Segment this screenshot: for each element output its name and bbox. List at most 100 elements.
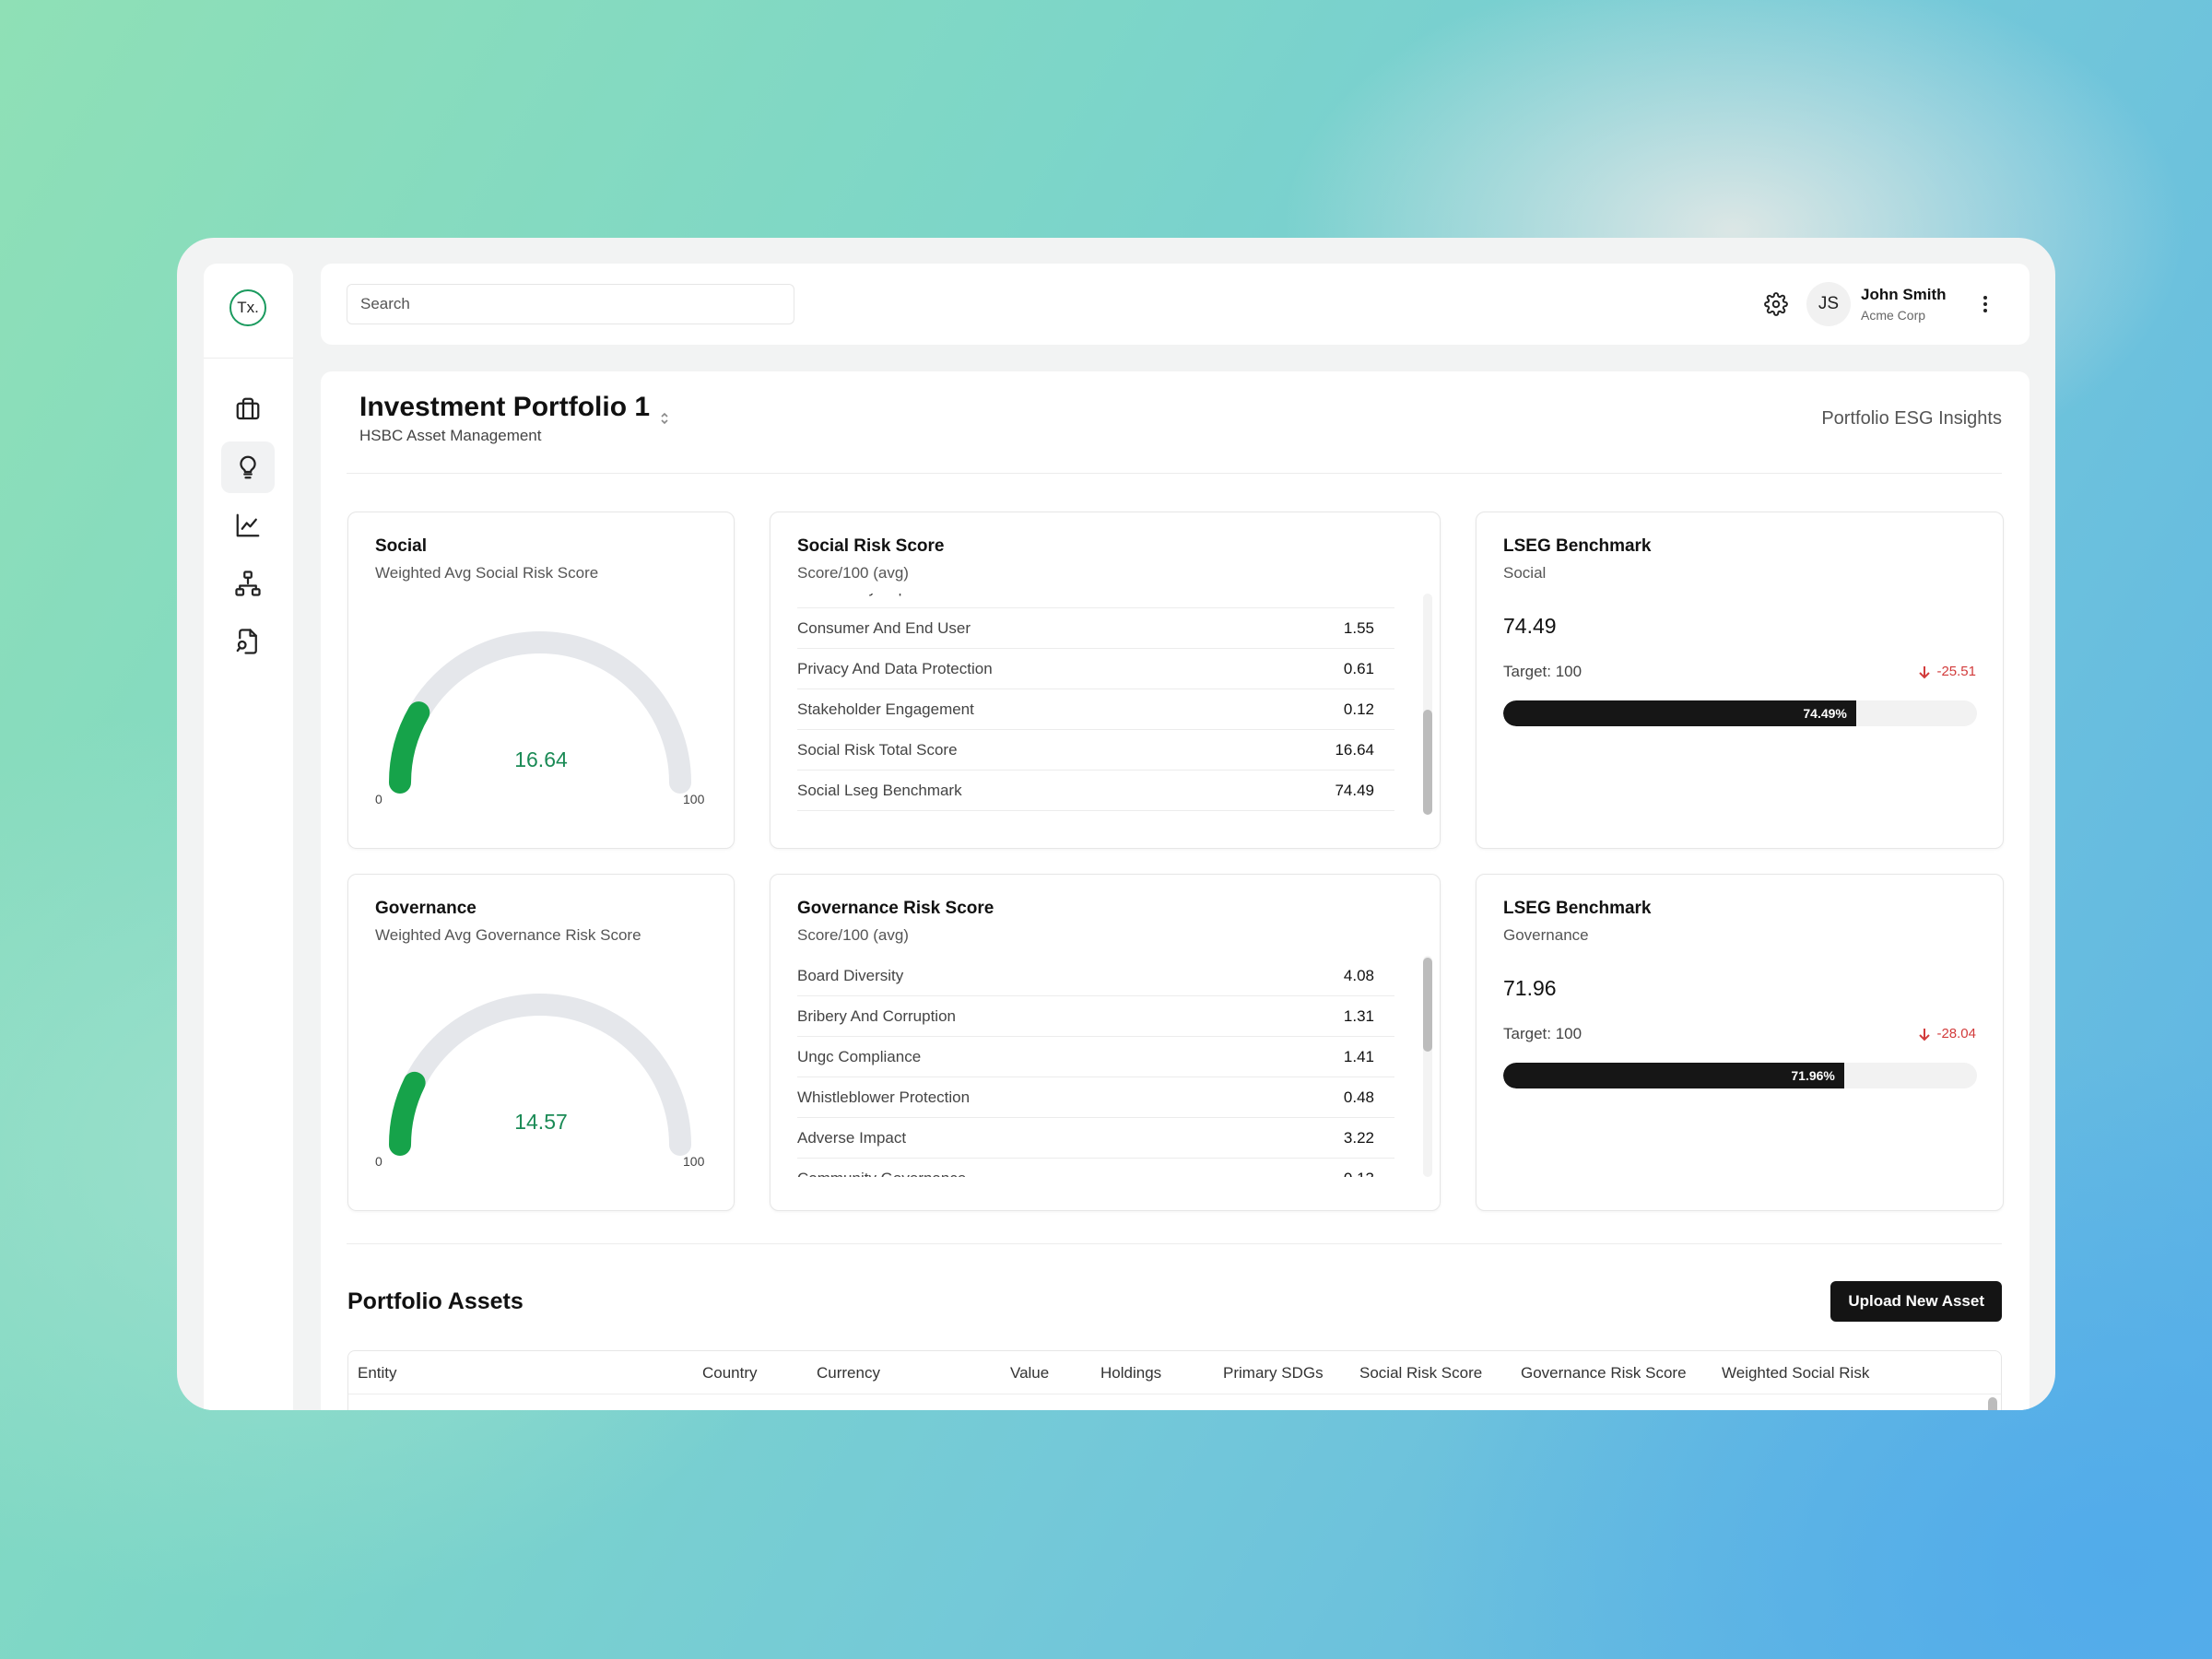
list-item-label: Board Diversity <box>797 966 904 984</box>
risk-list-inner: Community Impact 1.95 Consumer And End Use… <box>797 594 1394 811</box>
more-dot <box>1983 309 1987 312</box>
more-dot <box>1983 302 1987 306</box>
list-item-label: Privacy And Data Protection <box>797 659 993 677</box>
gauge-value: 14.57 <box>514 1110 568 1134</box>
scrollbar-thumb[interactable] <box>1423 710 1432 815</box>
portfolio-assets-table: Entity Country Currency Value Holdings P… <box>347 1350 2002 1410</box>
settings-button[interactable] <box>1761 289 1791 319</box>
list-item-value: 1.55 <box>1343 618 1374 637</box>
portfolio-esg-insights-label: Portfolio ESG Insights <box>1821 408 2002 429</box>
more-menu-button[interactable] <box>1976 291 1994 317</box>
gauge-max-label: 100 <box>683 1154 705 1169</box>
column-header-entity[interactable]: Entity <box>358 1364 397 1382</box>
portfolio-switcher[interactable] <box>658 410 671 427</box>
benchmark-value: 74.49 <box>1503 614 1557 638</box>
lightbulb-icon <box>240 455 256 479</box>
governance-risk-card: Governance Risk Score Score/100 (avg) Bo… <box>770 874 1441 1211</box>
governance-gauge <box>389 994 691 1156</box>
list-item-value: 74.49 <box>1335 781 1374 799</box>
card-title: Governance <box>375 899 477 918</box>
column-header-weighted-social-risk[interactable]: Weighted Social Risk <box>1722 1364 1869 1382</box>
scrollbar-thumb[interactable] <box>1423 958 1432 1052</box>
list-item-value: 1.95 <box>1344 594 1374 597</box>
list-item-label: Social Risk Total Score <box>797 740 958 759</box>
app-window: Tx. JS John Smith Acme Corp Investment P… <box>177 238 2055 1410</box>
column-header-country[interactable]: Country <box>702 1364 758 1382</box>
sidebar-item-analytics[interactable] <box>221 500 275 551</box>
card-subtitle: Score/100 (avg) <box>797 564 909 582</box>
column-header-primary-sdgs[interactable]: Primary SDGs <box>1223 1364 1324 1382</box>
page-subtitle: HSBC Asset Management <box>359 427 542 444</box>
briefcase-icon <box>236 397 260 420</box>
benchmark-progress-fill: 74.49% <box>1503 700 1856 726</box>
search-input[interactable] <box>347 284 794 324</box>
card-title: Social Risk Score <box>797 536 945 556</box>
scrollbar[interactable] <box>1423 594 1432 815</box>
benchmark-delta: -28.04 <box>1918 1026 1976 1041</box>
card-title: LSEG Benchmark <box>1503 899 1652 918</box>
column-header-value[interactable]: Value <box>1010 1364 1049 1382</box>
list-item-value: 0.61 <box>1343 659 1374 677</box>
benchmark-delta: -25.51 <box>1918 664 1976 679</box>
list-item-value: 0.48 <box>1343 1088 1374 1106</box>
column-header-governance-risk-score[interactable]: Governance Risk Score <box>1521 1364 1687 1382</box>
upload-new-asset-button[interactable]: Upload New Asset <box>1830 1281 2002 1322</box>
app-logo[interactable]: Tx. <box>229 289 266 326</box>
list-item-value: 3.22 <box>1343 1128 1374 1147</box>
list-item-label: Adverse Impact <box>797 1128 907 1147</box>
list-item-value: 0.12 <box>1343 700 1374 718</box>
list-item: Bribery And Corruption 1.31 <box>797 996 1394 1037</box>
list-item-value: 0.13 <box>1344 1170 1374 1178</box>
sidebar-item-insights[interactable] <box>221 441 275 493</box>
list-item-label: Stakeholder Engagement <box>797 700 974 718</box>
card-subtitle: Weighted Avg Social Risk Score <box>375 564 599 582</box>
scrollbar[interactable] <box>1423 956 1432 1177</box>
risk-list[interactable]: Board Diversity 4.08 Bribery And Corruptio… <box>797 956 1394 1177</box>
card-subtitle: Social <box>1503 564 1547 582</box>
list-item-label: Ungc Compliance <box>797 1047 922 1065</box>
sidebar-item-documents[interactable] <box>221 616 275 667</box>
benchmark-progress-fill: 71.96% <box>1503 1063 1844 1088</box>
gear-icon <box>1764 292 1788 316</box>
list-item-label: Whistleblower Protection <box>797 1088 971 1106</box>
risk-list[interactable]: Community Impact 1.95 Consumer And End Use… <box>797 594 1394 815</box>
gauge-min-label: 0 <box>375 792 382 806</box>
risk-list-inner: Board Diversity 4.08 Bribery And Corruptio… <box>797 956 1394 1177</box>
governance-gauge-card: Governance Weighted Avg Governance Risk … <box>347 874 735 1211</box>
header-divider <box>347 473 2002 474</box>
social-risk-card: Social Risk Score Score/100 (avg) Commun… <box>770 512 1441 849</box>
list-item: Whistleblower Protection 0.48 <box>797 1077 1394 1118</box>
arrow-down-icon <box>1919 665 1931 678</box>
column-header-currency[interactable]: Currency <box>817 1364 880 1382</box>
page-title: Investment Portfolio 1 <box>359 392 651 422</box>
list-item: Stakeholder Engagement 0.12 <box>797 689 1394 730</box>
list-item: Social Lseg Benchmark 74.49 <box>797 771 1394 811</box>
list-item-value: 1.41 <box>1343 1047 1374 1065</box>
table-scrollbar[interactable] <box>1988 1397 1997 1410</box>
social-gauge <box>389 631 691 794</box>
sidebar-item-hierarchy[interactable] <box>221 558 275 609</box>
list-item: Community Governance 0.13 <box>797 1159 1394 1178</box>
top-bar: JS John Smith Acme Corp <box>321 264 2030 345</box>
column-header-social-risk-score[interactable]: Social Risk Score <box>1359 1364 1482 1382</box>
portfolio-assets-title: Portfolio Assets <box>347 1288 524 1314</box>
sidebar: Tx. <box>204 264 293 1410</box>
arrow-down-icon <box>1919 1028 1931 1041</box>
list-item-value: 1.31 <box>1343 1006 1374 1025</box>
benchmark-progress-bar: 71.96% <box>1503 1063 1977 1088</box>
sitemap-icon <box>235 571 261 596</box>
column-header-holdings[interactable]: Holdings <box>1100 1364 1161 1382</box>
list-item-value: 16.64 <box>1335 740 1374 759</box>
card-title: Governance Risk Score <box>797 899 994 918</box>
sidebar-item-portfolio[interactable] <box>221 383 275 435</box>
avatar[interactable]: JS <box>1806 282 1851 326</box>
list-item-label: Social Lseg Benchmark <box>797 781 962 799</box>
benchmark-target: Target: 100 <box>1503 663 1583 680</box>
social-benchmark-card: LSEG Benchmark Social 74.49 Target: 100 … <box>1476 512 2004 849</box>
list-item-label: Consumer And End User <box>797 618 971 637</box>
avatar-initials: JS <box>1818 294 1840 313</box>
more-dot <box>1983 296 1987 300</box>
gauge-min-label: 0 <box>375 1154 382 1169</box>
gauge-max-label: 100 <box>683 792 705 806</box>
list-item: Adverse Impact 3.22 <box>797 1118 1394 1159</box>
